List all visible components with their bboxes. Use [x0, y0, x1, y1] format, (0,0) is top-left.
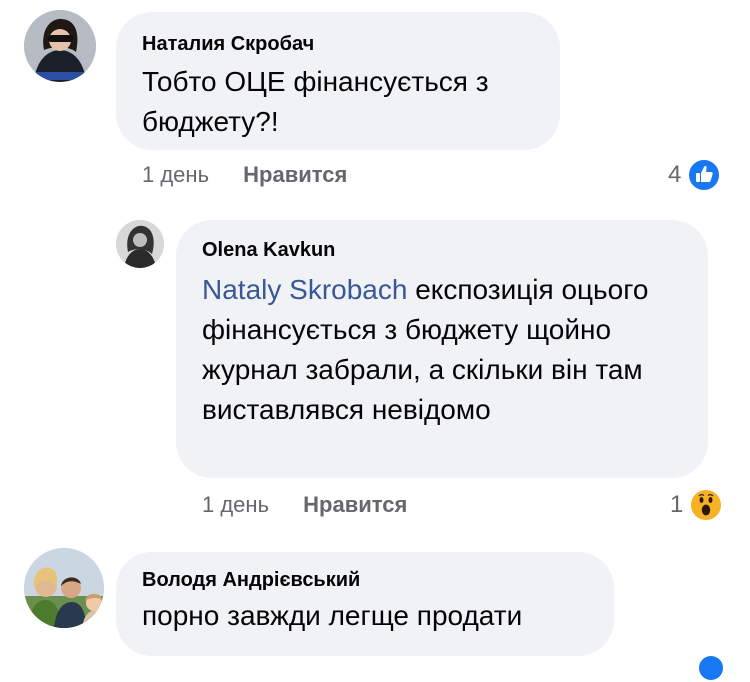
- comment-author[interactable]: Olena Kavkun: [202, 238, 682, 262]
- profile-photo: [24, 10, 96, 82]
- profile-photo: [116, 220, 164, 268]
- profile-photo: [24, 548, 104, 628]
- comment-bubble: Olena Kavkun Nataly Skrobach експозиція …: [176, 220, 708, 478]
- reaction-count: 1: [670, 491, 684, 518]
- comment-text: Nataly Skrobach експозиція оцього фінанс…: [202, 270, 682, 430]
- comment-bubble: Наталия Скробач Тобто ОЦЕ фінансується з…: [116, 12, 560, 150]
- avatar[interactable]: [24, 548, 104, 628]
- like-button[interactable]: Нравится: [243, 162, 347, 187]
- mention-link[interactable]: Nataly Skrobach: [202, 274, 407, 305]
- comment-actions: 1 день Нравится: [202, 492, 407, 518]
- comment-actions: 1 день Нравится: [142, 162, 347, 188]
- comment-author[interactable]: Наталия Скробач: [142, 32, 534, 56]
- reaction-count: 4: [668, 161, 682, 188]
- comment-time[interactable]: 1 день: [202, 492, 269, 517]
- like-button[interactable]: Нравится: [303, 492, 407, 517]
- reaction-summary[interactable]: [697, 654, 725, 682]
- wow-icon: [689, 488, 724, 522]
- comment-author[interactable]: Володя Андрієвський: [142, 568, 588, 592]
- comment-time[interactable]: 1 день: [142, 162, 209, 187]
- reaction-summary[interactable]: 1: [670, 488, 724, 522]
- comment-bubble: Володя Андрієвський порно завжди легще п…: [116, 552, 614, 656]
- avatar[interactable]: [24, 10, 96, 82]
- thumbs-up-icon: [687, 158, 722, 192]
- avatar[interactable]: [116, 220, 164, 268]
- reaction-summary[interactable]: 4: [668, 158, 722, 192]
- comment-text: порно завжди легще продати: [142, 600, 523, 631]
- comment-text: Тобто ОЦЕ фінансується з бюджету?!: [142, 66, 489, 137]
